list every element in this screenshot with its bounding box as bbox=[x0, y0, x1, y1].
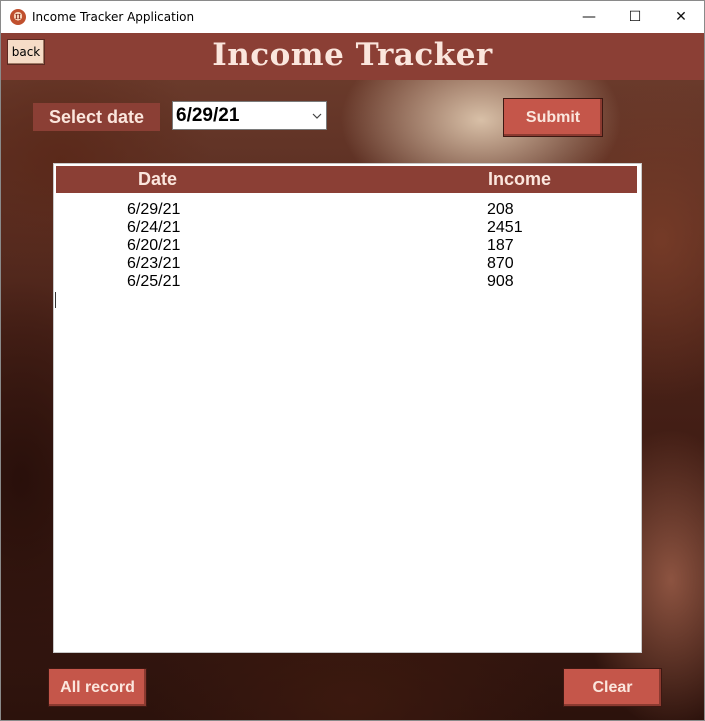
table-rows: 6/29/21 208 6/24/21 2451 6/20/21 187 6/2… bbox=[54, 201, 641, 291]
clear-button[interactable]: Clear bbox=[563, 668, 662, 707]
income-table[interactable]: Date Income 6/29/21 208 6/24/21 2451 6/2… bbox=[53, 163, 642, 653]
table-row[interactable]: 6/29/21 208 bbox=[54, 201, 641, 219]
table-row[interactable]: 6/20/21 187 bbox=[54, 237, 641, 255]
all-record-button[interactable]: All record bbox=[48, 668, 147, 707]
maximize-button[interactable]: ☐ bbox=[612, 1, 658, 33]
date-dropdown-value: 6/29/21 bbox=[176, 104, 240, 126]
column-header-date[interactable]: Date bbox=[138, 169, 177, 190]
table-row[interactable]: 6/24/21 2451 bbox=[54, 219, 641, 237]
cell-date: 6/23/21 bbox=[127, 255, 181, 272]
submit-button[interactable]: Submit bbox=[503, 98, 603, 137]
window-title: Income Tracker Application bbox=[32, 10, 195, 24]
close-button[interactable]: ✕ bbox=[658, 1, 704, 33]
app-header: back Income Tracker bbox=[1, 33, 704, 80]
table-row[interactable]: 6/23/21 870 bbox=[54, 255, 641, 273]
minimize-button[interactable]: — bbox=[566, 1, 612, 33]
page-title: Income Tracker bbox=[212, 37, 493, 73]
date-dropdown[interactable]: 6/29/21 bbox=[172, 101, 327, 130]
cell-income: 908 bbox=[487, 273, 514, 290]
cell-income: 208 bbox=[487, 201, 514, 218]
main-content: Select date 6/29/21 Submit Date Income 6… bbox=[1, 80, 704, 720]
table-row[interactable]: 6/25/21 908 bbox=[54, 273, 641, 291]
text-cursor bbox=[55, 292, 56, 308]
cell-date: 6/20/21 bbox=[127, 237, 181, 254]
chevron-down-icon[interactable] bbox=[308, 113, 326, 119]
table-header: Date Income bbox=[56, 166, 637, 193]
select-date-label: Select date bbox=[33, 103, 160, 131]
cell-date: 6/29/21 bbox=[127, 201, 181, 218]
column-header-income[interactable]: Income bbox=[488, 169, 551, 190]
cell-income: 870 bbox=[487, 255, 514, 272]
app-icon: π bbox=[10, 9, 26, 25]
app-window: π Income Tracker Application — ☐ ✕ back … bbox=[0, 0, 705, 721]
title-bar: π Income Tracker Application — ☐ ✕ bbox=[1, 1, 704, 33]
cell-date: 6/25/21 bbox=[127, 273, 181, 290]
cell-income: 187 bbox=[487, 237, 514, 254]
cell-income: 2451 bbox=[487, 219, 523, 236]
window-controls: — ☐ ✕ bbox=[566, 1, 704, 33]
cell-date: 6/24/21 bbox=[127, 219, 181, 236]
